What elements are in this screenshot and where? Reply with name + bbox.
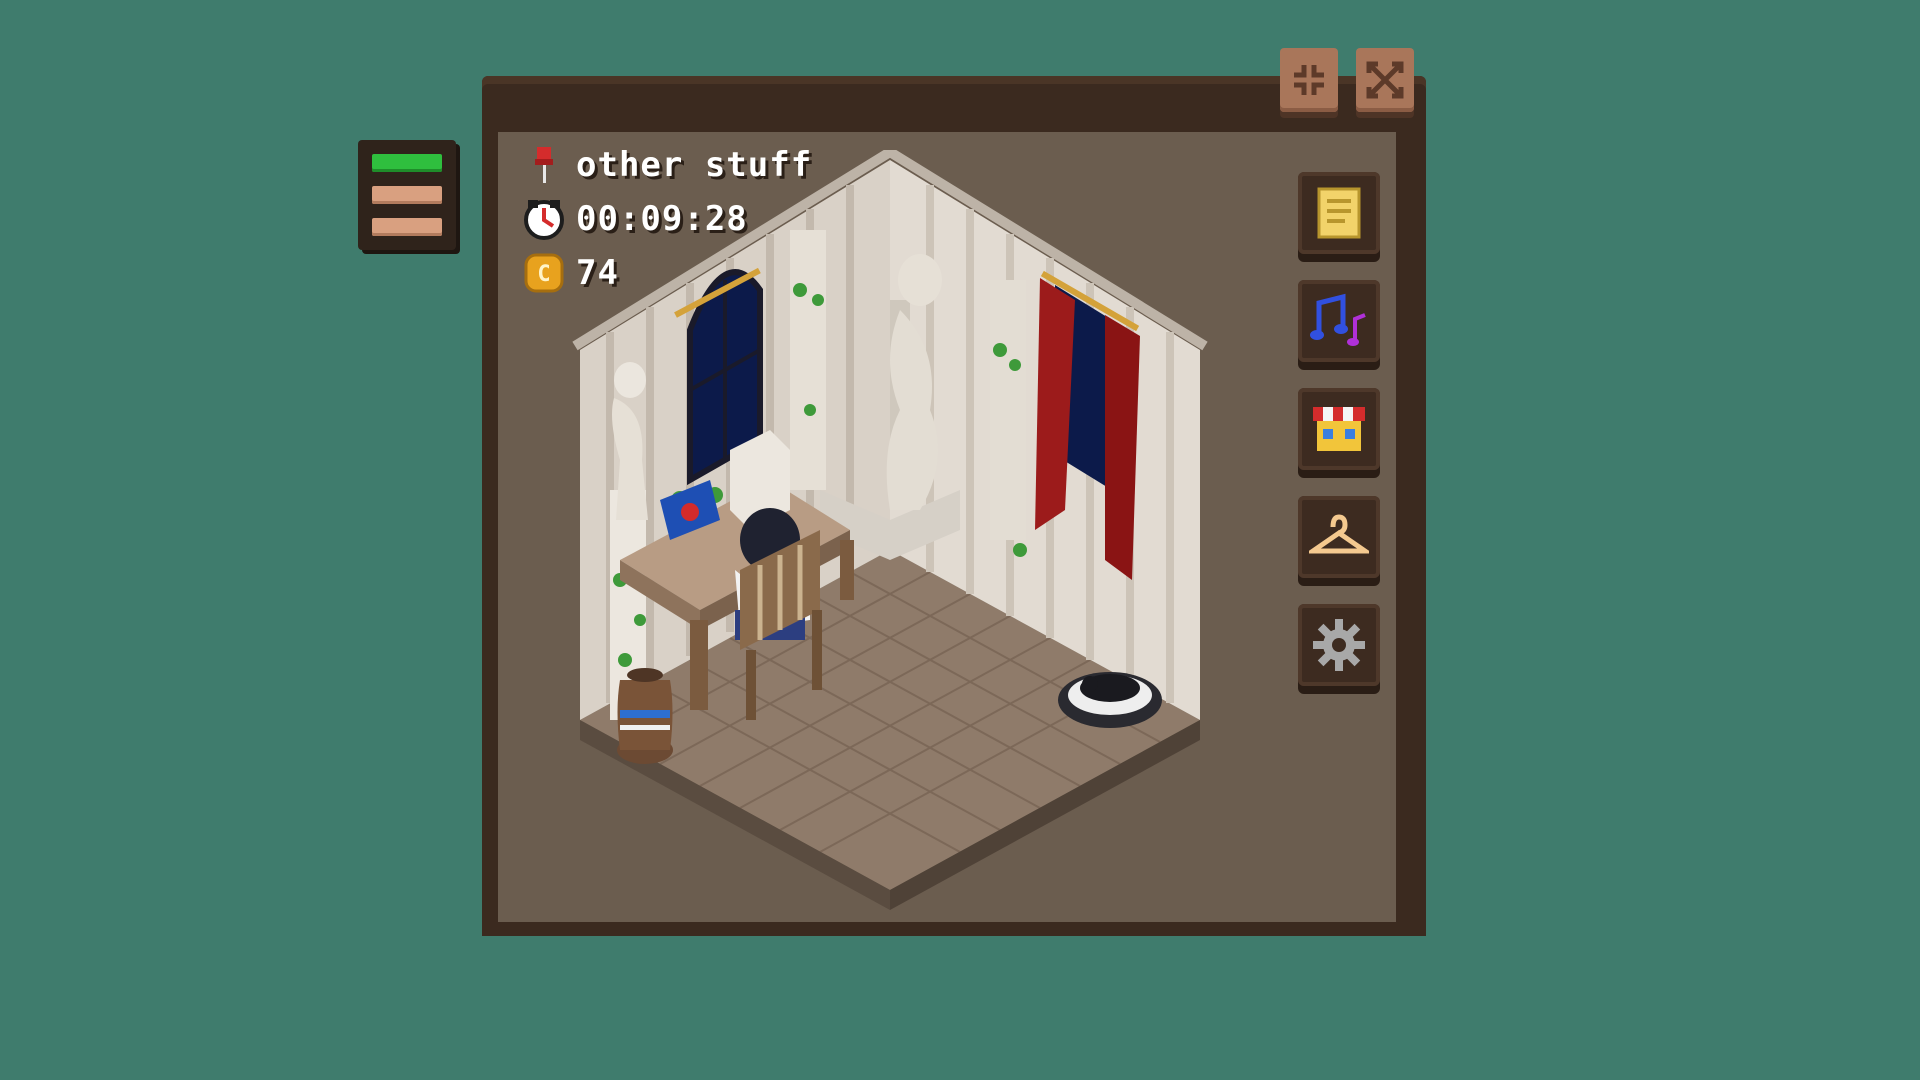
shop-icon [1313,407,1365,451]
vase [617,668,673,764]
hud: other stuff 00:09:28 C 74 [522,138,812,300]
expand-button[interactable] [1280,48,1338,112]
coin-icon: C [522,251,566,295]
coins-row: C 74 [522,246,812,300]
shop-button[interactable] [1298,388,1380,470]
session-tab[interactable] [358,140,456,250]
session-timer: 00:09:28 [576,199,748,239]
gear-icon [1313,619,1365,671]
music-button[interactable] [1298,280,1380,362]
music-note-icon [1310,293,1366,346]
progress-bar-idle [372,218,442,236]
svg-text:C: C [537,262,550,287]
notes-button[interactable] [1298,172,1380,254]
coin-count: 74 [576,253,619,293]
timer-row: 00:09:28 [522,192,812,246]
task-row: other stuff [522,138,812,192]
wardrobe-button[interactable] [1298,496,1380,578]
progress-bar-active [372,154,442,172]
expand-icon [1294,65,1324,95]
pillar [990,280,1026,540]
close-icon [1366,61,1404,99]
close-button[interactable] [1356,48,1414,112]
settings-button[interactable] [1298,604,1380,686]
progress-bar-idle [372,186,442,204]
pushpin-icon [522,143,566,187]
cat-bed [1058,672,1162,728]
notepad-icon [1317,187,1361,239]
clock-icon [522,197,566,241]
task-name[interactable]: other stuff [576,145,812,185]
hanger-icon [1309,514,1369,554]
